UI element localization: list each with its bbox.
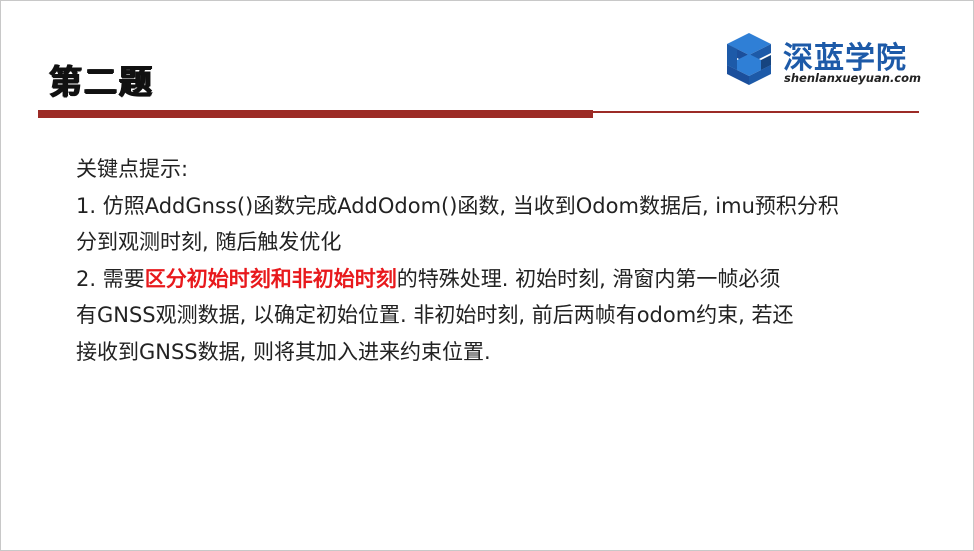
slide: 第二题 深蓝学院 shenlanxueyuan.com 关键点提示: 1. 仿照… — [0, 0, 974, 551]
item-1-line-2: 分到观测时刻, 随后触发优化 — [76, 230, 342, 255]
slide-content: 关键点提示: 1. 仿照AddGnss()函数完成AddOdom()函数, 当收… — [76, 151, 896, 371]
title-divider — [38, 110, 919, 118]
item-2-prefix: 2. 需要 — [76, 266, 145, 291]
slide-title: 第二题 — [49, 62, 154, 101]
item-2-line-2: 有GNSS观测数据, 以确定初始位置. 非初始时刻, 前后两帧有odom约束, … — [76, 303, 794, 328]
item-2-highlight: 区分初始时刻和非初始时刻 — [144, 266, 397, 291]
item-2-line-1: 2. 需要区分初始时刻和非初始时刻的特殊处理. 初始时刻, 滑窗内第一帧必须 — [76, 261, 896, 298]
brand-logo: 深蓝学院 shenlanxueyuan.com — [723, 31, 933, 91]
item-2-line-3: 接收到GNSS数据, 则将其加入进来约束位置. — [76, 339, 491, 364]
divider-thick-bar — [38, 110, 593, 118]
item-1-line-1: 1. 仿照AddGnss()函数完成AddOdom()函数, 当收到Odom数据… — [76, 193, 839, 218]
cube-s-logo-icon — [727, 33, 771, 85]
item-2-suffix: 的特殊处理. 初始时刻, 滑窗内第一帧必须 — [396, 266, 781, 291]
intro-line: 关键点提示: — [76, 157, 189, 181]
brand-url: shenlanxueyuan.com — [784, 71, 922, 85]
